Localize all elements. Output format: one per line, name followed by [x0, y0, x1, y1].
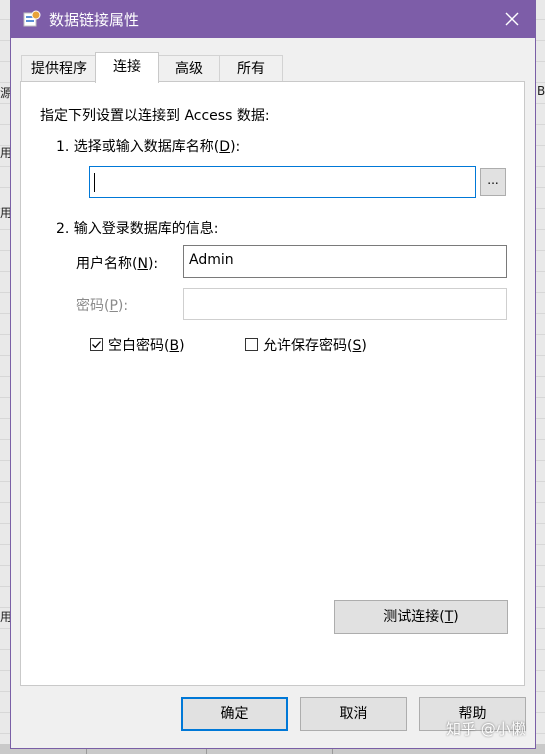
dialog-title: 数据链接属性 — [49, 11, 140, 29]
background-label: B — [537, 84, 545, 98]
tab-connection[interactable]: 连接 — [95, 52, 159, 83]
database-name-input[interactable] — [89, 166, 476, 198]
tab-advanced[interactable]: 高级 — [157, 55, 221, 82]
username-label: 用户名称(N): — [76, 256, 159, 272]
checkmark-icon — [92, 341, 101, 349]
connection-panel: 指定下列设置以连接到 Access 数据: 1. 选择或输入数据库名称(D): … — [20, 81, 525, 686]
password-label: 密码(P): — [76, 298, 129, 314]
username-value: Admin — [189, 252, 234, 268]
text-caret — [94, 173, 95, 192]
data-link-properties-dialog: 数据链接属性 提供程序 连接 高级 所有 指定下列设置以连接到 Access 数… — [11, 0, 535, 748]
close-icon — [505, 12, 519, 26]
browse-button[interactable]: ... — [480, 168, 506, 196]
test-connection-button[interactable]: 测试连接(T) — [334, 600, 508, 634]
step2-label: 2. 输入登录数据库的信息: — [56, 221, 219, 237]
data-link-icon — [23, 10, 41, 28]
tab-provider[interactable]: 提供程序 — [21, 55, 97, 82]
close-button[interactable] — [489, 0, 535, 38]
allow-save-password-checkbox[interactable] — [245, 338, 258, 351]
username-input[interactable]: Admin — [183, 245, 507, 278]
watermark-text: 知乎 @小懒 — [446, 720, 526, 738]
blank-password-label[interactable]: 空白密码(B) — [108, 335, 185, 355]
password-input[interactable] — [183, 288, 507, 320]
ok-button[interactable]: 确定 — [181, 697, 288, 731]
instruction-text: 指定下列设置以连接到 Access 数据: — [40, 108, 270, 124]
blank-password-checkbox[interactable] — [90, 338, 103, 351]
tab-all[interactable]: 所有 — [219, 55, 283, 82]
title-bar[interactable]: 数据链接属性 — [11, 0, 535, 38]
step1-label: 1. 选择或输入数据库名称(D): — [56, 139, 241, 155]
allow-save-password-label[interactable]: 允许保存密码(S) — [263, 335, 367, 355]
cancel-button[interactable]: 取消 — [300, 697, 407, 731]
